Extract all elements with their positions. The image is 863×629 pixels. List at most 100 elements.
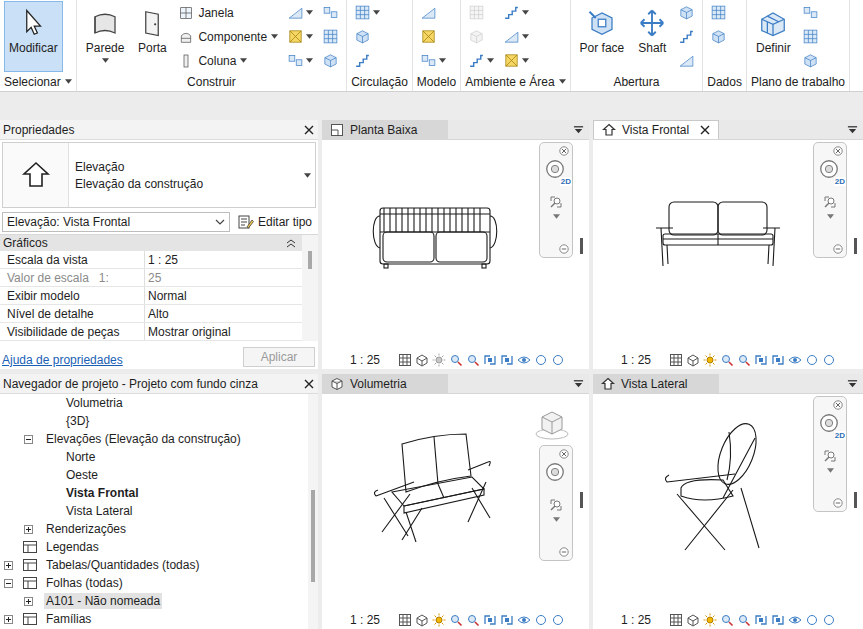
view-control-icon[interactable] (449, 353, 463, 367)
ribbon-group-label[interactable]: Modelo (417, 72, 456, 91)
ribbon-button[interactable] (465, 1, 497, 24)
menu-icon[interactable] (573, 125, 584, 135)
scrollbar[interactable] (854, 238, 857, 254)
ribbon-group-label[interactable]: Plano de trabalho (751, 72, 845, 91)
tree-item[interactable]: Renderizações (0, 520, 308, 538)
view-control-icon[interactable] (551, 353, 565, 367)
dropdown-arrow-icon[interactable] (522, 58, 529, 63)
expand-icon[interactable] (4, 561, 13, 570)
steering-wheel-icon[interactable] (544, 461, 566, 483)
navigation-bar[interactable]: 2D (813, 396, 847, 512)
ribbon-button[interactable] (675, 25, 698, 48)
dropdown-arrow-icon[interactable] (373, 10, 380, 15)
close-icon[interactable] (304, 379, 314, 389)
ribbon-button[interactable]: Por face (575, 1, 630, 72)
tree-item[interactable]: Vista Frontal (0, 484, 308, 502)
ribbon-button[interactable]: Janela (175, 1, 281, 24)
pan-icon[interactable] (822, 448, 838, 464)
view-control-icon[interactable] (788, 613, 802, 627)
dropdown-arrow-icon[interactable] (102, 58, 109, 63)
view-control-icon[interactable] (754, 353, 768, 367)
view-control-icon[interactable] (822, 613, 836, 627)
scrollbar[interactable] (302, 235, 318, 341)
dropdown-arrow-icon[interactable] (827, 468, 834, 473)
ribbon-group-label[interactable]: Construir (81, 72, 342, 91)
view-control-icon[interactable] (720, 353, 734, 367)
dropdown-arrow-icon[interactable] (306, 58, 313, 63)
sun-path-icon[interactable] (432, 353, 446, 367)
view-control-icon[interactable] (737, 613, 751, 627)
view-control-icon[interactable] (737, 353, 751, 367)
tree-item[interactable]: Volumetria (0, 394, 308, 412)
view-control-icon[interactable] (415, 613, 429, 627)
ribbon-button[interactable] (351, 25, 383, 48)
tree-item[interactable]: {3D} (0, 412, 308, 430)
ribbon-button[interactable] (319, 1, 342, 24)
menu-icon[interactable] (847, 379, 858, 389)
ribbon-button[interactable] (319, 25, 342, 48)
ribbon-button[interactable] (465, 25, 497, 48)
type-selector[interactable]: ElevaçãoElevação da construção (2, 142, 316, 208)
menu-icon[interactable] (573, 379, 584, 389)
minimize-icon[interactable] (559, 547, 569, 557)
view-canvas[interactable]: 2D (322, 140, 589, 351)
ribbon-group-label[interactable]: Abertura (575, 72, 699, 91)
ribbon-button[interactable]: Definir (751, 1, 796, 72)
view-control-icon[interactable] (500, 353, 514, 367)
view-control-icon[interactable] (754, 613, 768, 627)
tree-item[interactable]: Norte (0, 448, 308, 466)
dropdown-arrow-icon[interactable] (240, 58, 247, 63)
close-icon[interactable] (559, 449, 569, 459)
tree-item[interactable]: Legendas (0, 538, 308, 556)
collapse-icon[interactable] (4, 579, 13, 588)
close-icon[interactable] (833, 400, 843, 410)
tree-item[interactable]: Folhas (todas) (0, 574, 308, 592)
dropdown-arrow-icon[interactable] (559, 79, 566, 84)
expand-icon[interactable] (24, 525, 33, 534)
ribbon-button[interactable] (500, 1, 532, 24)
tree-item[interactable]: Tabelas/Quantidades (todas) (0, 556, 308, 574)
property-row[interactable]: Valor de escala1:25 (0, 269, 302, 287)
view-scale[interactable]: 1 : 25 (350, 613, 380, 627)
ribbon-button[interactable] (799, 49, 822, 72)
expand-icon[interactable] (4, 615, 13, 624)
view-control-icon[interactable] (788, 353, 802, 367)
menu-icon[interactable] (847, 125, 858, 135)
pan-icon[interactable] (548, 194, 564, 210)
view-control-icon[interactable] (449, 613, 463, 627)
ribbon-button[interactable] (707, 1, 730, 24)
close-icon[interactable] (833, 146, 843, 156)
view-control-icon[interactable] (534, 353, 548, 367)
ribbon-button[interactable]: Modificar (4, 1, 63, 72)
view-control-icon[interactable] (669, 613, 683, 627)
section-header[interactable]: Gráficos (0, 235, 302, 251)
ribbon-button[interactable] (284, 49, 316, 72)
ribbon-group-label[interactable]: Circulação (351, 72, 408, 91)
ribbon-group-label[interactable]: Selecionar (4, 72, 72, 91)
dropdown-arrow-icon[interactable] (304, 173, 311, 178)
ribbon-group-label[interactable]: Dados (707, 72, 742, 91)
view-control-icon[interactable] (398, 353, 412, 367)
property-row[interactable]: Escala da vista1 : 25 (0, 251, 302, 269)
scrollbar[interactable] (580, 492, 583, 508)
dropdown-arrow-icon[interactable] (271, 34, 278, 39)
ribbon-group-label[interactable]: Ambiente e Área (465, 72, 565, 91)
view-control-icon[interactable] (500, 613, 514, 627)
ribbon-button[interactable] (284, 1, 316, 24)
view-control-icon[interactable] (720, 613, 734, 627)
edit-type-button[interactable]: Editar tipo (236, 213, 314, 231)
view-scale[interactable]: 1 : 25 (621, 353, 651, 367)
dropdown-arrow-icon[interactable] (439, 58, 446, 63)
property-row[interactable]: Visibilidade de peçasMostrar original (0, 323, 302, 341)
navigation-bar[interactable]: 2D (813, 142, 847, 258)
ribbon-button[interactable] (319, 49, 342, 72)
view-control-icon[interactable] (517, 613, 531, 627)
tree-item[interactable]: A101 - Não nomeada (0, 592, 308, 610)
view-control-icon[interactable] (517, 353, 531, 367)
tree-item[interactable]: Oeste (0, 466, 308, 484)
expand-icon[interactable] (24, 597, 33, 606)
dropdown-arrow-icon[interactable] (827, 214, 834, 219)
ribbon-button[interactable] (284, 25, 316, 48)
view-control-icon[interactable] (686, 613, 700, 627)
view-control-icon[interactable] (805, 613, 819, 627)
